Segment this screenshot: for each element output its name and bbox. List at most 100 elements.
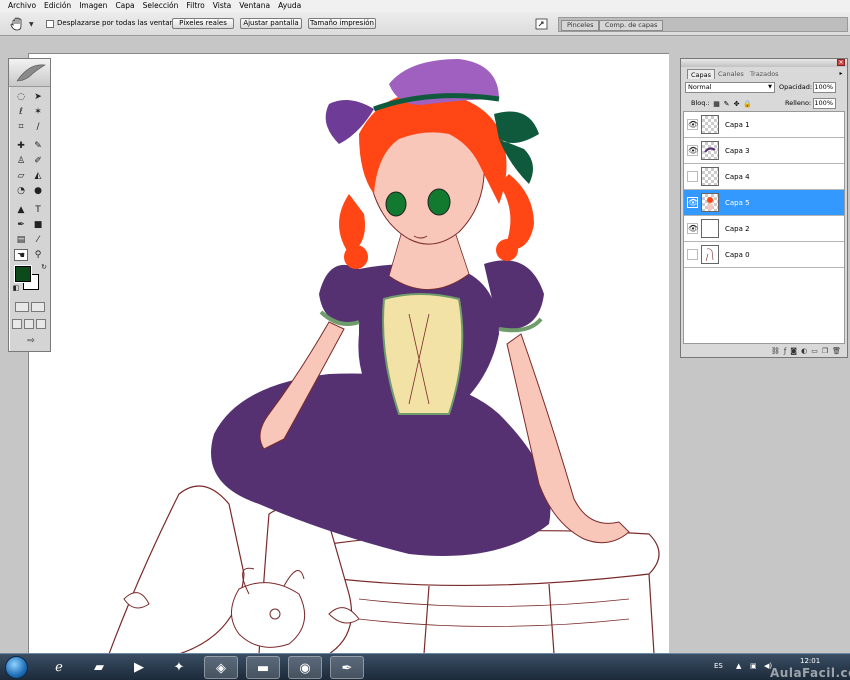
layer-style-icon[interactable]: ƒ [784, 346, 786, 357]
foreground-color-swatch[interactable] [15, 266, 31, 282]
dodge-icon[interactable]: ● [31, 185, 45, 197]
layer-mask-icon[interactable]: ◙ [790, 346, 797, 357]
layer-row-capa-1[interactable]: 👁 Capa 1 [684, 112, 844, 138]
menu-seleccion[interactable]: Selección [139, 0, 183, 12]
default-colors-icon[interactable]: ◧ [9, 282, 23, 294]
hand-tool-icon[interactable]: ☚ [14, 249, 28, 261]
eye-icon[interactable]: 👁 [687, 119, 698, 130]
crop-icon[interactable]: ⌗ [14, 121, 28, 133]
file-explorer-icon[interactable]: ▰ [82, 656, 116, 679]
hand-icon[interactable] [10, 17, 24, 31]
blend-mode-select[interactable]: Normal ▼ [685, 82, 775, 93]
eraser-icon[interactable]: ▱ [14, 170, 28, 182]
eyedropper-icon[interactable]: ⁄ [31, 234, 45, 246]
brush-icon[interactable]: ✎ [31, 140, 45, 152]
clock[interactable]: 12:01 [800, 657, 820, 665]
new-layer-icon[interactable]: ❐ [822, 346, 828, 357]
screen-mode-menu-button[interactable] [24, 319, 34, 329]
layer-row-capa-3[interactable]: 👁 Capa 3 [684, 138, 844, 164]
opacity-label: Opacidad: [779, 83, 813, 91]
type-icon[interactable]: T [31, 204, 45, 216]
fill-field[interactable]: 100% [813, 98, 836, 109]
screen-mode-standard-button[interactable] [12, 319, 22, 329]
layer-row-capa-4[interactable]: Capa 4 [684, 164, 844, 190]
bucket-icon[interactable]: ◭ [31, 170, 45, 182]
eye-icon[interactable]: 👁 [687, 145, 698, 156]
slice-icon[interactable]: ∕ [31, 121, 45, 133]
pen-icon[interactable]: ✒ [14, 219, 28, 231]
eye-hidden-box[interactable] [687, 171, 698, 182]
layers-panel: × Capas Canales Trazados ▸ Normal ▼ Opac… [680, 58, 848, 358]
path-select-icon[interactable]: ▲ [14, 204, 28, 216]
lock-position-icon[interactable]: ✥ [733, 100, 740, 108]
marquee-icon[interactable]: ◌ [14, 91, 28, 103]
lock-transparency-icon[interactable]: ▦ [713, 100, 720, 108]
notes-icon[interactable]: ▤ [14, 234, 28, 246]
layer-comps-tab[interactable]: Comp. de capas [599, 20, 664, 31]
menu-capa[interactable]: Capa [111, 0, 138, 12]
brushes-tab[interactable]: Pinceles [561, 20, 600, 31]
internet-explorer-icon[interactable]: ℯ [42, 656, 76, 679]
screen-mode-full-button[interactable] [36, 319, 46, 329]
zoom-icon[interactable]: ⚲ [31, 249, 45, 261]
fit-screen-button[interactable]: Ajustar pantalla [240, 18, 302, 29]
print-size-button[interactable]: Tamaño impresión [308, 18, 376, 29]
panel-titlebar[interactable]: × [681, 59, 847, 67]
link-layers-icon[interactable]: ⛓ [771, 346, 780, 357]
magic-wand-icon[interactable]: ✶ [31, 106, 45, 118]
new-group-icon[interactable]: ▭ [811, 346, 818, 357]
menu-filtro[interactable]: Filtro [182, 0, 208, 12]
messenger-icon[interactable]: ✦ [162, 656, 196, 679]
layer-row-capa-2[interactable]: 👁 Capa 2 [684, 216, 844, 242]
healing-icon[interactable]: ✚ [14, 140, 28, 152]
actual-pixels-button[interactable]: Píxeles reales [172, 18, 234, 29]
scroll-all-windows-checkbox[interactable] [46, 20, 54, 28]
language-indicator[interactable]: ES [714, 662, 723, 670]
menu-imagen[interactable]: Imagen [75, 0, 111, 12]
shape-icon[interactable]: ■ [31, 219, 45, 231]
imageready-jump-icon[interactable]: ⇨ [21, 335, 41, 347]
layer-row-capa-5[interactable]: 👁 Capa 5 [684, 190, 844, 216]
history-brush-icon[interactable]: ✐ [31, 155, 45, 167]
layer-row-capa-0[interactable]: Capa 0 [684, 242, 844, 268]
menu-ventana[interactable]: Ventana [235, 0, 274, 12]
document-canvas[interactable] [28, 53, 669, 653]
standard-mode-button[interactable] [15, 302, 29, 312]
blur-icon[interactable]: ◔ [14, 185, 28, 197]
tab-trazados[interactable]: Trazados [747, 69, 782, 79]
menu-ayuda[interactable]: Ayuda [274, 0, 305, 12]
tool-preset-dropdown-icon[interactable]: ▼ [29, 21, 34, 28]
menu-edicion[interactable]: Edición [40, 0, 75, 12]
photoshop-task-icon[interactable]: ◈ [204, 656, 238, 679]
eye-icon[interactable]: 👁 [687, 197, 698, 208]
feather-task-icon[interactable]: ✒ [330, 656, 364, 679]
quick-mask-button[interactable] [31, 302, 45, 312]
tray-arrow-icon[interactable]: ▲ [736, 662, 741, 670]
eye-icon[interactable]: 👁 [687, 223, 698, 234]
swap-colors-icon[interactable]: ↻ [37, 261, 51, 273]
delete-layer-icon[interactable]: 🗑 [832, 346, 841, 357]
chrome-icon[interactable]: ◉ [288, 656, 322, 679]
start-button[interactable] [5, 656, 28, 679]
palette-well-icon[interactable] [535, 17, 549, 31]
close-icon[interactable]: × [837, 59, 845, 66]
chevron-down-icon: ▼ [768, 84, 772, 90]
lock-pixels-icon[interactable]: ✎ [723, 100, 730, 108]
menu-vista[interactable]: Vista [209, 0, 236, 12]
lasso-icon[interactable]: ℓ [14, 106, 28, 118]
scanner-task-icon[interactable]: ▬ [246, 656, 280, 679]
menu-bar: Archivo Edición Imagen Capa Selección Fi… [0, 0, 850, 12]
tab-canales[interactable]: Canales [715, 69, 747, 79]
media-player-icon[interactable]: ▶ [122, 656, 156, 679]
move-icon[interactable]: ➤ [31, 91, 45, 103]
tab-capas[interactable]: Capas [687, 69, 716, 79]
options-bar: ▼ Desplazarse por todas las ventanas Píx… [0, 12, 850, 36]
eye-hidden-box[interactable] [687, 249, 698, 260]
opacity-field[interactable]: 100% [813, 82, 836, 93]
stamp-icon[interactable]: ♙ [14, 155, 28, 167]
lock-all-icon[interactable]: 🔒 [743, 100, 752, 108]
adjustment-layer-icon[interactable]: ◐ [801, 346, 807, 357]
panel-menu-icon[interactable]: ▸ [837, 70, 845, 78]
menu-archivo[interactable]: Archivo [4, 0, 40, 12]
network-icon[interactable]: ▣ [750, 662, 757, 670]
